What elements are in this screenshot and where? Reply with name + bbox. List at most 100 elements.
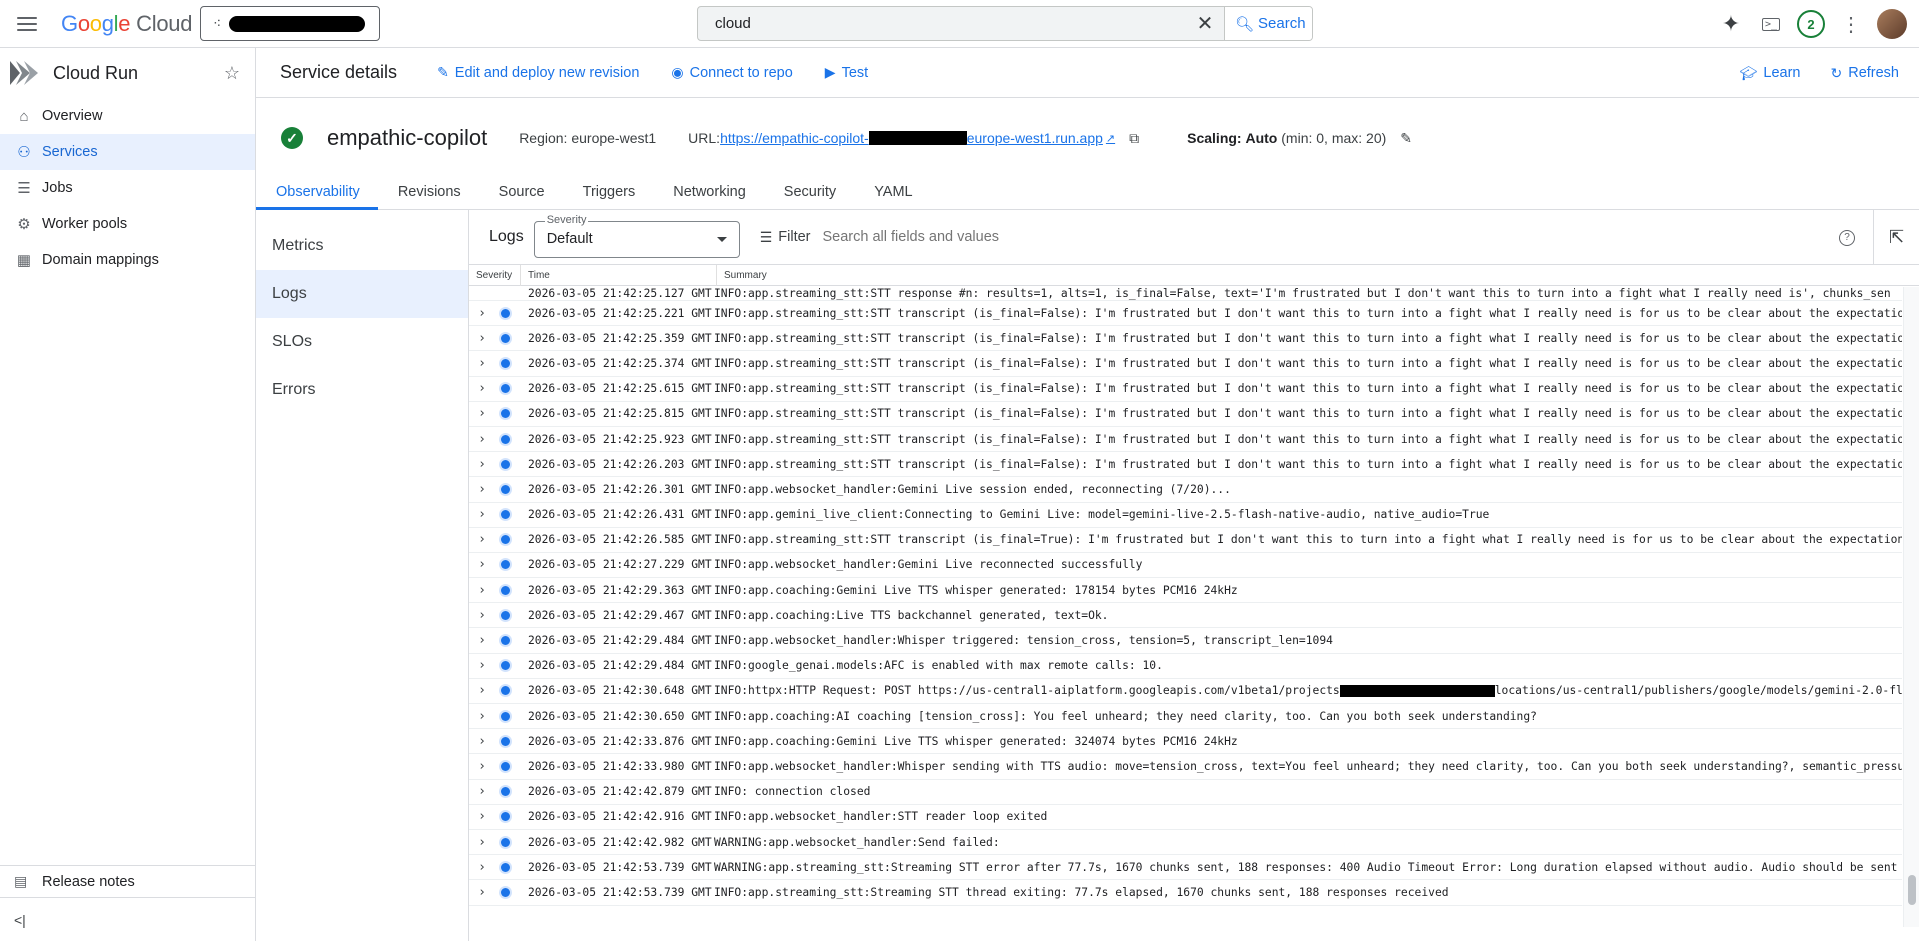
- service-url-link[interactable]: https://empathic-copilot-europe-west1.ru…: [720, 130, 1115, 146]
- expand-chevron-icon[interactable]: ›: [469, 734, 495, 749]
- expand-chevron-icon[interactable]: ›: [469, 356, 495, 371]
- log-rows: 2026-03-05 21:42:25.127 GMT INFO:app.str…: [469, 287, 1902, 907]
- table-row[interactable]: › 2026-03-05 21:42:42.982 GMT WARNING:app.…: [469, 830, 1902, 856]
- expand-chevron-icon[interactable]: ›: [469, 658, 495, 673]
- expand-chevron-icon[interactable]: ›: [469, 406, 495, 421]
- expand-chevron-icon[interactable]: ›: [469, 583, 495, 598]
- avatar[interactable]: [1877, 9, 1907, 39]
- tab-observability[interactable]: Observability: [256, 178, 378, 210]
- tab-security[interactable]: Security: [764, 178, 854, 210]
- nav-item-services[interactable]: ⚇ Services: [0, 134, 255, 170]
- main-menu-button[interactable]: [14, 12, 40, 36]
- expand-chevron-icon[interactable]: ›: [469, 608, 495, 623]
- search-button[interactable]: 🔍︎ Search: [1224, 7, 1312, 40]
- expand-chevron-icon[interactable]: ›: [469, 507, 495, 522]
- severity-select[interactable]: Severity Default: [533, 213, 740, 258]
- table-row[interactable]: › 2026-03-05 21:42:53.739 GMT INFO:app.str…: [469, 880, 1902, 906]
- table-row[interactable]: › 2026-03-05 21:42:25.615 GMT INFO:app.str…: [469, 377, 1902, 402]
- copy-url-icon[interactable]: ⧉: [1129, 130, 1139, 147]
- clear-search-button[interactable]: ✕: [1186, 7, 1224, 40]
- subnav-errors[interactable]: Errors: [256, 366, 468, 414]
- release-notes-link[interactable]: ▤ Release notes: [0, 865, 255, 897]
- google-cloud-logo[interactable]: Google Cloud: [61, 11, 192, 37]
- nav-item-overview[interactable]: ⌂ Overview: [0, 98, 255, 134]
- open-in-new-icon[interactable]: ⇱: [1873, 210, 1919, 265]
- expand-chevron-icon[interactable]: ›: [469, 860, 495, 875]
- table-row[interactable]: › 2026-03-05 21:42:26.585 GMT INFO:app.str…: [469, 528, 1902, 553]
- edit-deploy-button[interactable]: ✎ Edit and deploy new revision: [437, 64, 639, 81]
- expand-chevron-icon[interactable]: ›: [469, 683, 495, 698]
- expand-chevron-icon[interactable]: ›: [469, 784, 495, 799]
- notifications-button[interactable]: 2: [1791, 4, 1831, 44]
- table-row[interactable]: › 2026-03-05 21:42:26.203 GMT INFO:app.str…: [469, 452, 1902, 478]
- table-row[interactable]: › 2026-03-05 21:42:29.484 GMT INFO:app.web…: [469, 628, 1902, 654]
- pin-star-icon[interactable]: ☆: [217, 63, 247, 84]
- tab-networking[interactable]: Networking: [653, 178, 764, 210]
- table-row[interactable]: › 2026-03-05 21:42:53.739 GMT WARNING:app.…: [469, 855, 1902, 881]
- project-picker[interactable]: ⁖: [200, 6, 380, 41]
- tab-source[interactable]: Source: [479, 178, 563, 210]
- search-input[interactable]: [698, 7, 1186, 40]
- column-time[interactable]: Time: [521, 264, 717, 286]
- expand-chevron-icon[interactable]: ›: [469, 809, 495, 824]
- table-row[interactable]: › 2026-03-05 21:42:25.374 GMT INFO:app.str…: [469, 351, 1902, 377]
- expand-chevron-icon[interactable]: ›: [469, 557, 495, 572]
- table-row[interactable]: › 2026-03-05 21:42:25.221 GMT INFO:app.str…: [469, 301, 1902, 327]
- cloud-shell-icon[interactable]: >_: [1751, 4, 1791, 44]
- table-row[interactable]: › 2026-03-05 21:42:27.229 GMT INFO:app.web…: [469, 553, 1902, 579]
- table-row[interactable]: › 2026-03-05 21:42:26.431 GMT INFO:app.gem…: [469, 503, 1902, 528]
- expand-chevron-icon[interactable]: ›: [469, 633, 495, 648]
- table-row[interactable]: › 2026-03-05 21:42:26.301 GMT INFO:app.web…: [469, 477, 1902, 503]
- table-row[interactable]: › 2026-03-05 21:42:33.876 GMT INFO:app.coa…: [469, 729, 1902, 755]
- expand-chevron-icon[interactable]: ›: [469, 457, 495, 472]
- table-row[interactable]: › 2026-03-05 21:42:42.879 GMT INFO: connec…: [469, 780, 1902, 805]
- table-row[interactable]: › 2026-03-05 21:42:33.980 GMT INFO:app.web…: [469, 754, 1902, 780]
- table-row[interactable]: › 2026-03-05 21:42:25.923 GMT INFO:app.str…: [469, 427, 1902, 453]
- expand-chevron-icon[interactable]: ›: [469, 381, 495, 396]
- collapse-nav-button[interactable]: <|: [0, 897, 255, 941]
- nav-item-jobs[interactable]: ☰ Jobs: [0, 170, 255, 206]
- table-row[interactable]: 2026-03-05 21:42:25.127 GMT INFO:app.str…: [469, 287, 1902, 301]
- column-severity[interactable]: Severity: [469, 264, 521, 286]
- filter-button[interactable]: ☰ Filter: [760, 229, 811, 246]
- subnav-logs[interactable]: Logs: [256, 270, 468, 318]
- expand-chevron-icon[interactable]: ›: [469, 432, 495, 447]
- nav-item-domain-mappings[interactable]: ▦ Domain mappings: [0, 242, 255, 278]
- table-row[interactable]: › 2026-03-05 21:42:42.916 GMT INFO:app.web…: [469, 805, 1902, 830]
- table-row[interactable]: › 2026-03-05 21:42:30.648 GMT INFO:httpx:H…: [469, 679, 1902, 704]
- log-scrollbar[interactable]: [1903, 287, 1919, 927]
- expand-chevron-icon[interactable]: ›: [469, 331, 495, 346]
- column-summary[interactable]: Summary: [717, 265, 1919, 286]
- log-search-input[interactable]: [822, 222, 1423, 252]
- expand-chevron-icon[interactable]: ›: [469, 885, 495, 900]
- more-options-icon[interactable]: ⋮: [1831, 4, 1871, 44]
- table-row[interactable]: › 2026-03-05 21:42:29.484 GMT INFO:google_…: [469, 654, 1902, 679]
- expand-chevron-icon[interactable]: ›: [469, 835, 495, 850]
- test-button[interactable]: ▶ Test: [825, 64, 868, 81]
- expand-chevron-icon[interactable]: ›: [469, 482, 495, 497]
- table-row[interactable]: › 2026-03-05 21:42:25.359 GMT INFO:app.str…: [469, 326, 1902, 352]
- table-row[interactable]: › 2026-03-05 21:42:29.467 GMT INFO:app.coa…: [469, 603, 1902, 629]
- log-message: INFO:app.coaching:AI coaching [tension_c…: [714, 709, 1537, 723]
- nav-item-worker-pools[interactable]: ⚙ Worker pools: [0, 206, 255, 242]
- expand-chevron-icon[interactable]: ›: [469, 306, 495, 321]
- subnav-slos[interactable]: SLOs: [256, 318, 468, 366]
- learn-button[interactable]: 🎓︎ Learn: [1740, 65, 1801, 82]
- gemini-icon[interactable]: ✦: [1711, 4, 1751, 44]
- scrollbar-thumb[interactable]: [1908, 875, 1916, 905]
- help-icon[interactable]: ?: [1839, 229, 1855, 246]
- expand-chevron-icon[interactable]: ›: [469, 709, 495, 724]
- tab-triggers[interactable]: Triggers: [563, 178, 654, 210]
- table-row[interactable]: › 2026-03-05 21:42:29.363 GMT INFO:app.coa…: [469, 578, 1902, 604]
- tab-revisions[interactable]: Revisions: [378, 178, 479, 210]
- connect-repo-button[interactable]: ◉ Connect to repo: [671, 64, 792, 81]
- subnav-metrics[interactable]: Metrics: [256, 222, 468, 270]
- refresh-button[interactable]: ↻ Refresh: [1830, 65, 1899, 82]
- tab-yaml[interactable]: YAML: [854, 178, 930, 210]
- table-row[interactable]: › 2026-03-05 21:42:30.650 GMT INFO:app.coa…: [469, 704, 1902, 730]
- expand-chevron-icon[interactable]: ›: [469, 532, 495, 547]
- edit-scaling-icon[interactable]: ✎: [1400, 130, 1412, 147]
- table-row[interactable]: › 2026-03-05 21:42:25.815 GMT INFO:app.str…: [469, 402, 1902, 427]
- expand-chevron-icon[interactable]: ›: [469, 759, 495, 774]
- log-message: INFO:app.streaming_stt:STT transcript (i…: [714, 306, 1902, 320]
